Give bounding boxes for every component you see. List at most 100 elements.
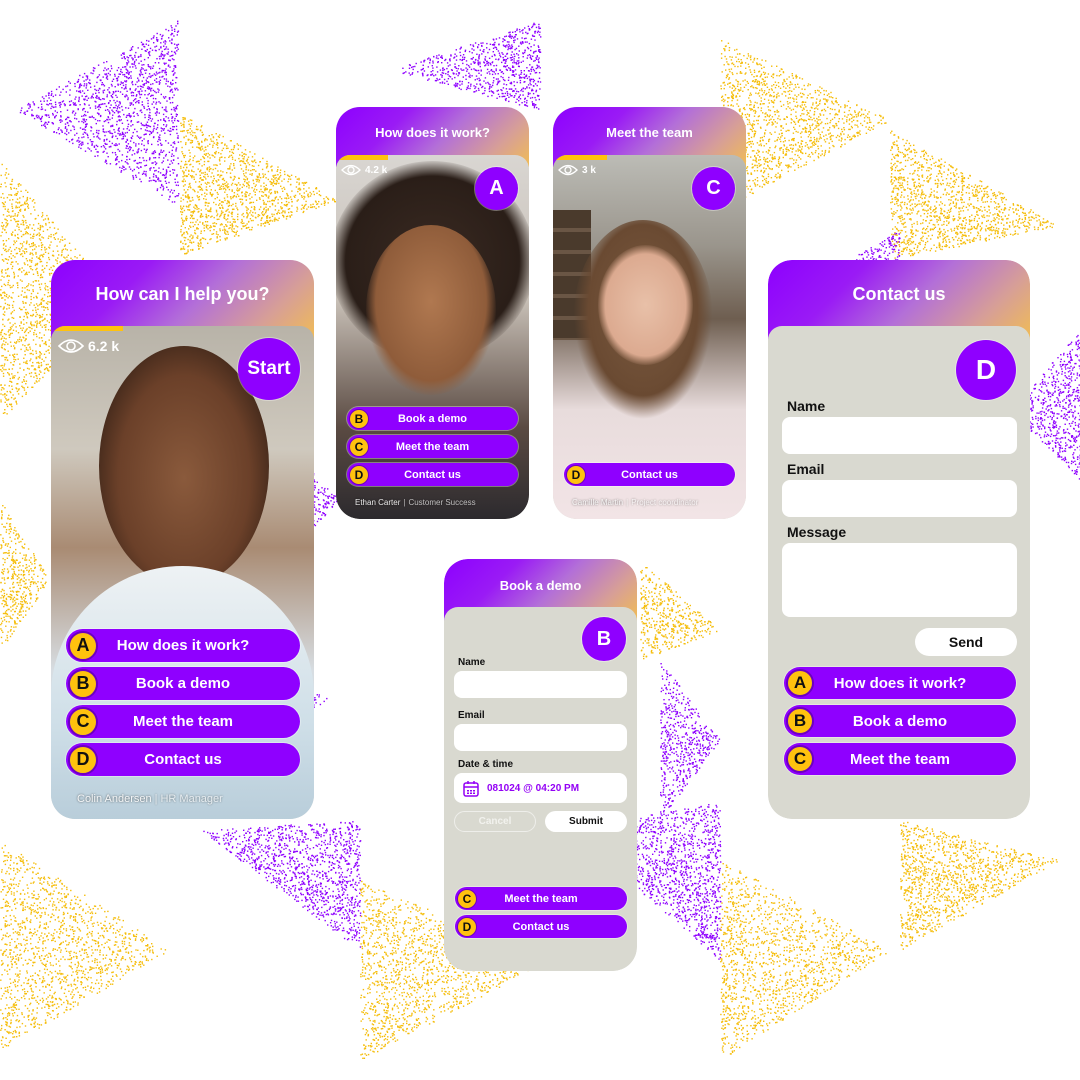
option-c-button[interactable]: C Meet the team <box>455 887 627 910</box>
step-badge-label: A <box>489 177 504 199</box>
name-input[interactable] <box>454 671 627 698</box>
stipple-triangle <box>203 821 362 948</box>
video-player[interactable]: 4.2 k A B Book a demo C Meet the team D … <box>336 155 529 519</box>
card-title: How does it work? <box>375 124 490 140</box>
name-label: Name <box>787 398 826 414</box>
presenter-name: Camille Martin <box>572 498 624 507</box>
person-head <box>598 245 693 365</box>
datetime-value: 081024 @ 04:20 PM <box>487 782 580 794</box>
calendar-icon <box>463 780 479 797</box>
option-label: Contact us <box>621 468 678 481</box>
eye-icon <box>58 339 84 353</box>
option-label: Meet the team <box>504 892 578 905</box>
start-badge[interactable]: Start <box>238 338 300 400</box>
option-letter-badge: C <box>68 706 98 737</box>
form-card-book-demo: Book a demo B Name Email Date & time 081… <box>444 559 637 971</box>
video-card-c[interactable]: Meet the team 3 k C D Contact us Camille… <box>553 107 746 519</box>
option-letter-badge: D <box>349 464 369 485</box>
stipple-triangle <box>640 567 718 660</box>
option-label: Contact us <box>512 920 570 933</box>
name-input[interactable] <box>782 417 1017 454</box>
step-badge-d: D <box>956 340 1016 400</box>
presenter-role: Customer Success <box>408 498 476 507</box>
option-letter-badge: B <box>349 408 369 429</box>
stipple-triangle <box>0 844 167 1048</box>
option-letter-badge: C <box>349 436 369 457</box>
options-list: A How does it work? B Book a demo C Meet… <box>784 667 1016 777</box>
video-card-a[interactable]: How does it work? 4.2 k A B Book a demo … <box>336 107 529 519</box>
option-label: How does it work? <box>833 674 967 692</box>
option-letter-badge: C <box>457 888 477 909</box>
start-badge-label: Start <box>247 358 291 379</box>
options-list: B Book a demo C Meet the team D Contact … <box>347 407 518 492</box>
stipple-triangle <box>402 22 542 110</box>
option-d-button[interactable]: D Contact us <box>455 915 627 938</box>
eye-icon <box>341 164 361 176</box>
card-title: How can I help you? <box>95 283 270 304</box>
presenter-caption: Ethan Carter | Customer Success <box>355 498 476 507</box>
presenter-name: Colin Andersen <box>77 793 152 805</box>
message-label: Message <box>787 524 847 540</box>
option-b-button[interactable]: B Book a demo <box>784 705 1016 737</box>
video-player[interactable]: 6.2 k Start A How does it work? B Book a… <box>51 326 314 819</box>
option-letter-badge: D <box>68 744 98 775</box>
presenter-role: Project coordinator <box>631 498 699 507</box>
presenter-caption: Colin Andersen | HR Manager <box>77 793 223 805</box>
option-c-button[interactable]: C Meet the team <box>66 705 300 738</box>
step-badge-label: D <box>975 354 997 385</box>
card-title: Contact us <box>852 283 946 304</box>
option-b-button[interactable]: B Book a demo <box>66 667 300 700</box>
stipple-triangle <box>720 863 887 1055</box>
stipple-triangle <box>19 20 180 203</box>
option-label: Meet the team <box>849 750 951 768</box>
video-progress-bar <box>51 326 123 331</box>
email-input[interactable] <box>782 480 1017 517</box>
view-count: 6.2 k <box>58 338 119 354</box>
send-button[interactable]: Send <box>915 628 1017 656</box>
form-card-contact: Contact us D Name Email Message Send A H… <box>768 260 1030 819</box>
step-badge-label: C <box>706 177 721 199</box>
email-input[interactable] <box>454 724 627 751</box>
option-a-button[interactable]: A How does it work? <box>66 629 300 662</box>
email-label: Email <box>458 710 485 721</box>
stipple-triangle <box>900 821 1058 950</box>
option-letter-badge: A <box>68 630 98 661</box>
card-title: Book a demo <box>499 577 582 593</box>
option-d-button[interactable]: D Contact us <box>564 463 735 486</box>
card-title: Meet the team <box>606 124 693 140</box>
view-count-text: 6.2 k <box>88 338 120 354</box>
send-label: Send <box>948 634 984 650</box>
submit-button[interactable]: Submit <box>545 811 627 832</box>
option-label: Book a demo <box>397 412 468 425</box>
step-badge-label: B <box>596 627 612 650</box>
option-b-button[interactable]: B Book a demo <box>347 407 518 430</box>
step-badge-b: B <box>582 617 626 661</box>
step-badge-a: A <box>475 167 518 210</box>
stipple-triangle <box>180 117 337 255</box>
option-letter-badge: A <box>786 669 814 697</box>
option-letter-badge: B <box>68 668 98 699</box>
option-letter-badge: D <box>457 916 477 937</box>
video-card-start[interactable]: How can I help you? 6.2 k Start A How do… <box>51 260 314 819</box>
presenter-name: Ethan Carter <box>355 498 401 507</box>
message-textarea[interactable] <box>782 543 1017 617</box>
cancel-button[interactable]: Cancel <box>454 811 536 832</box>
name-label: Name <box>458 657 486 668</box>
view-count: 3 k <box>558 164 596 176</box>
option-label: Meet the team <box>395 440 470 453</box>
stipple-triangle <box>660 663 721 817</box>
presenter-caption: Camille Martin | Project coordinator <box>572 498 699 507</box>
option-d-button[interactable]: D Contact us <box>347 463 518 486</box>
stipple-triangle <box>0 505 47 644</box>
option-a-button[interactable]: A How does it work? <box>784 667 1016 699</box>
datetime-input[interactable]: 081024 @ 04:20 PM <box>454 773 627 803</box>
video-player[interactable]: 3 k C D Contact us Camille Martin | Projec… <box>553 155 746 519</box>
option-c-button[interactable]: C Meet the team <box>347 435 518 458</box>
submit-label: Submit <box>569 816 603 827</box>
step-badge-c: C <box>692 167 735 210</box>
options-list: D Contact us <box>564 463 735 488</box>
option-label: Contact us <box>144 751 222 768</box>
options-list: C Meet the team D Contact us <box>455 887 627 943</box>
option-d-button[interactable]: D Contact us <box>66 743 300 776</box>
option-c-button[interactable]: C Meet the team <box>784 743 1016 775</box>
